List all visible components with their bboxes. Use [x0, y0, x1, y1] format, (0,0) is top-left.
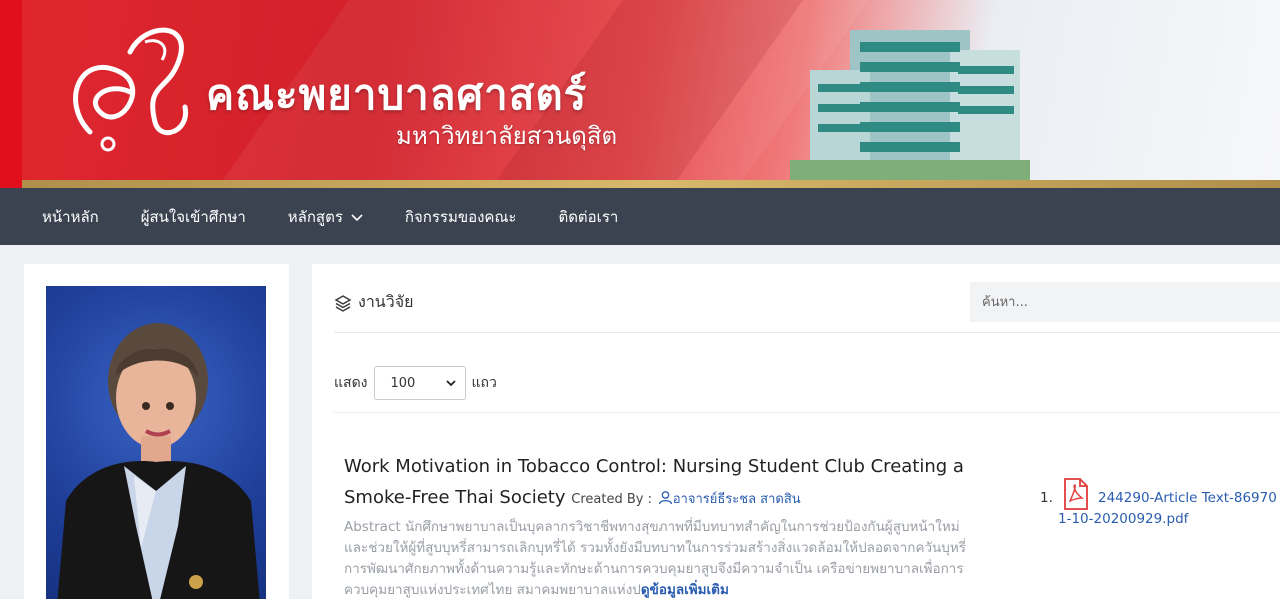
- nav-item-admission[interactable]: ผู้สนใจเข้าศึกษา: [141, 205, 246, 229]
- nav-item-label: ผู้สนใจเข้าศึกษา: [140, 207, 246, 226]
- search-input[interactable]: [970, 282, 1280, 322]
- user-icon: [658, 491, 672, 505]
- pdf-file-icon[interactable]: [1062, 478, 1090, 510]
- nav-item-label: หน้าหลัก: [42, 207, 99, 226]
- nav-item-label: หลักสูตร: [287, 207, 343, 226]
- faculty-logo: [73, 27, 188, 152]
- page-size-value: 100: [390, 375, 416, 391]
- panel-title: งานวิจัย: [358, 292, 414, 311]
- attachment-link[interactable]: 1-10-20200929.pdf: [1058, 509, 1188, 530]
- rows-label: แถว: [471, 375, 497, 391]
- panel-heading: งานวิจัย: [334, 290, 413, 315]
- nav-item-home[interactable]: หน้าหลัก: [42, 205, 99, 229]
- profile-photo: [46, 286, 266, 599]
- divider: [334, 412, 1280, 413]
- person-portrait: [57, 323, 260, 599]
- profile-card: [24, 264, 289, 599]
- divider: [334, 332, 1280, 333]
- nav-item-label: ติดต่อเรา: [558, 207, 619, 226]
- nav-item-label: กิจกรรมของคณะ: [404, 207, 517, 226]
- attachment-link[interactable]: 244290-Article Text-86970: [1098, 488, 1277, 509]
- building-illustration: [790, 30, 1030, 180]
- header-banner: คณะพยาบาลศาสตร์ มหาวิทยาลัยสวนดุสิต: [0, 0, 1280, 188]
- nav-item-activities[interactable]: กิจกรรมของคณะ: [405, 205, 517, 229]
- page-size-select[interactable]: 100: [373, 366, 466, 400]
- show-label: แสดง: [334, 375, 368, 391]
- banner-gold-line: [22, 180, 1280, 188]
- main-nav: หน้าหลัก ผู้สนใจเข้าศึกษา หลักสูตร กิจกร…: [0, 188, 1280, 245]
- banner-red-strip: [0, 0, 22, 188]
- page-size-control: แสดง 100 แถว: [334, 366, 497, 400]
- chevron-down-icon: [351, 213, 363, 221]
- nav-item-contact[interactable]: ติดต่อเรา: [558, 205, 618, 229]
- author-link[interactable]: อาจารย์ธีระชล สาดสิน: [673, 492, 801, 507]
- read-more-link[interactable]: ดูข้อมูลเพิ่มเติม: [641, 582, 729, 598]
- chevron-down-icon: [445, 380, 456, 387]
- layers-icon: [334, 294, 352, 312]
- research-abstract: Abstract นักศึกษาพยาบาลเป็นบุคลากรวิชาชี…: [344, 517, 984, 599]
- attachment-index: 1.: [1040, 490, 1053, 506]
- research-panel: งานวิจัย แสดง 100 แถว Work Motivation in…: [312, 264, 1280, 599]
- research-title-text[interactable]: Work Motivation in Tobacco Control: Nurs…: [344, 456, 964, 508]
- banner-subtitle: มหาวิทยาลัยสวนดุสิต: [396, 122, 618, 150]
- created-by-label: Created By :: [571, 492, 652, 507]
- research-entry-title: Work Motivation in Tobacco Control: Nurs…: [344, 451, 984, 515]
- nav-item-curriculum[interactable]: หลักสูตร: [288, 205, 363, 229]
